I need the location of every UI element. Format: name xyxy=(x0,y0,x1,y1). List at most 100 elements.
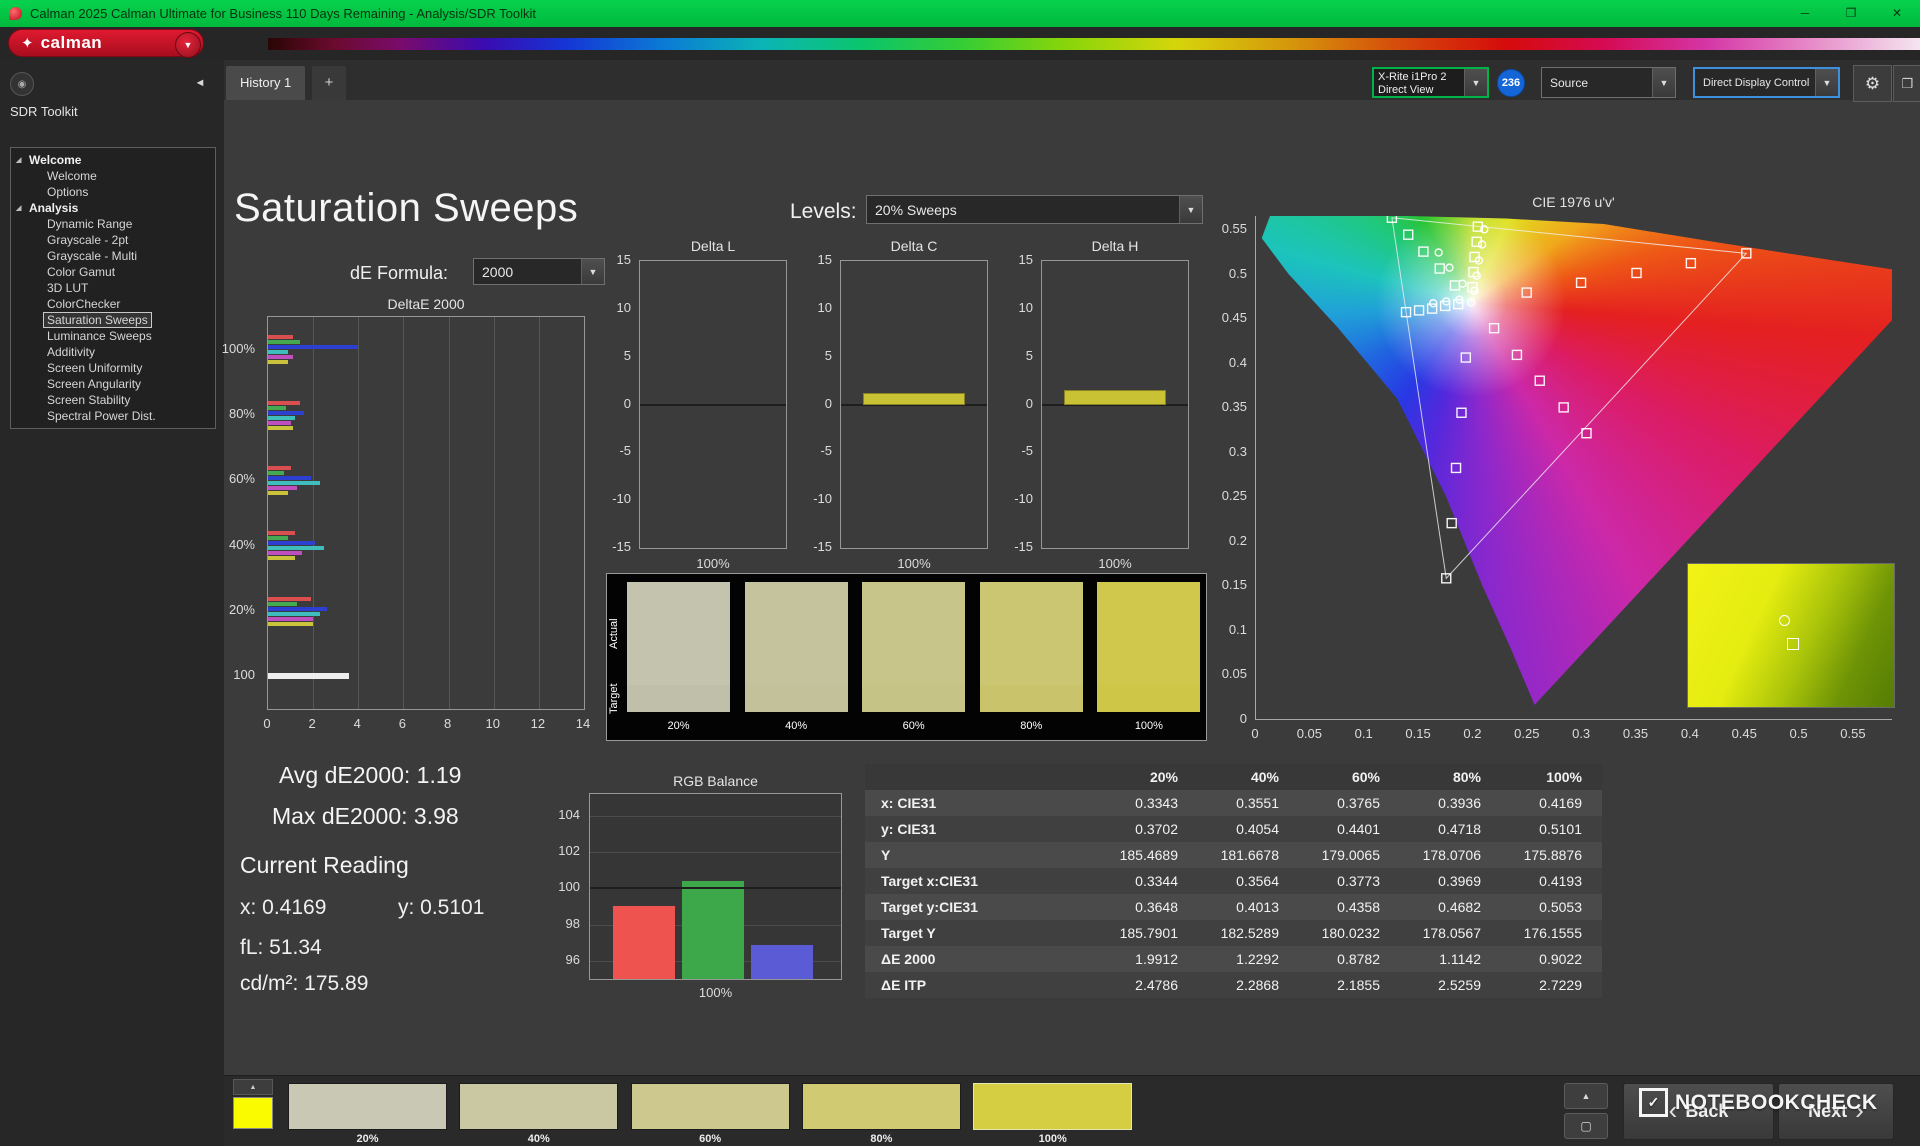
sidebar-item-screen-uniformity[interactable]: Screen Uniformity xyxy=(11,360,215,376)
sidebar-item-options[interactable]: Options xyxy=(11,184,215,200)
sidebar-item-label: Grayscale - Multi xyxy=(47,249,138,263)
tree-section-analysis[interactable]: ◢ Analysis xyxy=(11,200,215,216)
back-label: Back xyxy=(1685,1101,1729,1121)
panel-icon: ❒ xyxy=(1901,75,1914,91)
target-marker xyxy=(1413,305,1425,316)
stop-square-icon: ▢ xyxy=(1580,1119,1592,1133)
axis-tick-label: 96 xyxy=(565,951,580,967)
sidebar-item-spectral-power-dist[interactable]: Spectral Power Dist. xyxy=(11,408,215,424)
meter-dropdown[interactable]: X-Rite i1Pro 2 Direct View ▼ xyxy=(1372,67,1489,98)
sidebar-item-luminance-sweeps[interactable]: Luminance Sweeps xyxy=(11,328,215,344)
deltae-bar-yellow xyxy=(268,621,314,626)
eject-button[interactable]: ▲ xyxy=(1564,1083,1608,1109)
deltae-bar-green xyxy=(268,601,298,606)
tab-history-1[interactable]: History 1 xyxy=(226,66,306,100)
table-col-header: 40% xyxy=(1198,764,1299,790)
table-cell: 0.3773 xyxy=(1337,873,1380,889)
sidebar-item-label: Saturation Sweeps xyxy=(43,312,152,328)
table-cell: 178.0706 xyxy=(1422,847,1481,863)
panel-toggle-button[interactable]: ❒ xyxy=(1893,65,1920,102)
levels-dropdown[interactable]: 20% Sweeps ▼ xyxy=(866,195,1203,224)
levels-value: 20% Sweeps xyxy=(875,201,957,218)
calman-logo-button[interactable]: ✦ calman ▼ xyxy=(8,29,204,58)
de-formula-dropdown[interactable]: 2000 ▼ xyxy=(473,258,605,285)
sidebar-item-additivity[interactable]: Additivity xyxy=(11,344,215,360)
logo-dropdown-button[interactable]: ▼ xyxy=(175,32,201,58)
delta-h-plot xyxy=(1041,260,1189,549)
table-cell: 2.1855 xyxy=(1337,977,1380,993)
sidebar-item-welcome[interactable]: Welcome xyxy=(11,168,215,184)
rgb-balance-plot xyxy=(589,793,842,980)
sidebar-item-grayscale-2pt[interactable]: Grayscale - 2pt xyxy=(11,232,215,248)
sidebar-item-saturation-sweeps[interactable]: Saturation Sweeps xyxy=(11,312,215,328)
sidebar-collapse-button[interactable]: ◄ xyxy=(188,71,212,95)
close-button[interactable]: ✕ xyxy=(1874,0,1920,27)
target-marker xyxy=(1450,462,1462,474)
patch-label: 20% xyxy=(356,1133,379,1145)
table-row: Target Y 185.7901 182.5289 180.0232 178.0567… xyxy=(865,920,1602,946)
back-button[interactable]: ‹ Back xyxy=(1623,1083,1774,1140)
settings-button[interactable]: ⚙ xyxy=(1853,65,1892,102)
minimize-button[interactable]: ─ xyxy=(1782,0,1828,27)
tree-section-welcome[interactable]: ◢ Welcome xyxy=(11,152,215,168)
target-marker xyxy=(1534,375,1545,386)
gridline xyxy=(590,815,841,817)
reference-line-100 xyxy=(590,887,841,890)
display-control-dropdown[interactable]: Direct Display Control ▼ xyxy=(1693,67,1840,98)
bottom-bar: ▲ 20% 40% 60% 80% 100% ▲ ▢ ‹ Back Next › ✓ N… xyxy=(224,1075,1920,1146)
patch-100[interactable] xyxy=(973,1083,1133,1130)
next-button[interactable]: Next › xyxy=(1778,1083,1894,1140)
row-label: Target x:CIE31 xyxy=(881,873,978,889)
table-cell: 1.1142 xyxy=(1439,951,1481,967)
measurement-marker xyxy=(1477,240,1487,249)
table-row: Y 185.4689 181.6678 179.0065 178.0706 175.887… xyxy=(865,842,1602,868)
swatch-strip: Actual Target 20% 40% 60% 80% 100% xyxy=(606,573,1207,741)
results-table: 20% 40% 60% 80% 100% x: CIE31 0.3343 0.3551 0.37… xyxy=(865,764,1602,998)
stop-button[interactable]: ▢ xyxy=(1564,1113,1608,1139)
deltae-group-label: 60% xyxy=(228,471,255,487)
sidebar-item-grayscale-multi[interactable]: Grayscale - Multi xyxy=(11,248,215,264)
cie-chart-title: CIE 1976 u'v' xyxy=(1532,194,1615,210)
axis-tick-label: -10 xyxy=(612,491,631,507)
deltae-bar-green xyxy=(268,536,289,541)
next-label: Next xyxy=(1808,1101,1848,1121)
sidebar-item-3d-lut[interactable]: 3D LUT xyxy=(11,280,215,296)
sidebar-item-colorchecker[interactable]: ColorChecker xyxy=(11,296,215,312)
patch-20[interactable] xyxy=(288,1083,447,1130)
deltae-bar-cyan xyxy=(268,546,325,551)
target-marker xyxy=(1460,352,1472,363)
axis-tick-label: 0.5 xyxy=(1228,265,1247,281)
logo-row: ✦ calman ▼ xyxy=(0,27,1920,60)
swatch-60 xyxy=(862,582,966,712)
table-cell: 0.4682 xyxy=(1438,899,1481,915)
sidebar-item-color-gamut[interactable]: Color Gamut xyxy=(11,264,215,280)
sidebar-item-screen-angularity[interactable]: Screen Angularity xyxy=(11,376,215,392)
sidebar-item-label: Luminance Sweeps xyxy=(47,329,152,343)
deltae-bar-green xyxy=(268,405,287,410)
axis-tick-label: 15 xyxy=(1018,252,1033,267)
table-cell: 2.2868 xyxy=(1236,977,1279,993)
sidebar-options-button[interactable]: ◉ xyxy=(10,72,34,96)
add-tab-button[interactable]: + xyxy=(312,66,346,100)
swatch-row-label-target: Target xyxy=(608,683,620,715)
axis-tick-label: 0.3 xyxy=(1572,726,1591,741)
patch-60[interactable] xyxy=(630,1083,790,1130)
axis-tick-label: 0.55 xyxy=(1840,726,1866,741)
swatch-label: 40% xyxy=(785,720,808,732)
deltae-bar-blue xyxy=(268,606,327,611)
swatch-actual-color xyxy=(744,582,848,685)
table-cell: 0.5053 xyxy=(1539,899,1582,915)
table-row: Target x:CIE31 0.3344 0.3564 0.3773 0.3969 0.… xyxy=(865,868,1602,894)
table-cell: 0.3344 xyxy=(1135,873,1178,889)
sidebar-item-dynamic-range[interactable]: Dynamic Range xyxy=(11,216,215,232)
patch-80[interactable] xyxy=(801,1083,961,1130)
source-dropdown[interactable]: Source ▼ xyxy=(1541,67,1676,98)
sidebar-item-screen-stability[interactable]: Screen Stability xyxy=(11,392,215,408)
table-cell: 0.3702 xyxy=(1135,821,1178,837)
axis-tick-label: 0.2 xyxy=(1228,532,1247,548)
axis-tick-label: -15 xyxy=(1014,539,1033,554)
patch-40[interactable] xyxy=(459,1083,619,1130)
axis-tick-label: 0 xyxy=(1239,711,1247,726)
delta-l-title: Delta L xyxy=(690,238,736,254)
maximize-button[interactable]: ❐ xyxy=(1828,0,1874,27)
